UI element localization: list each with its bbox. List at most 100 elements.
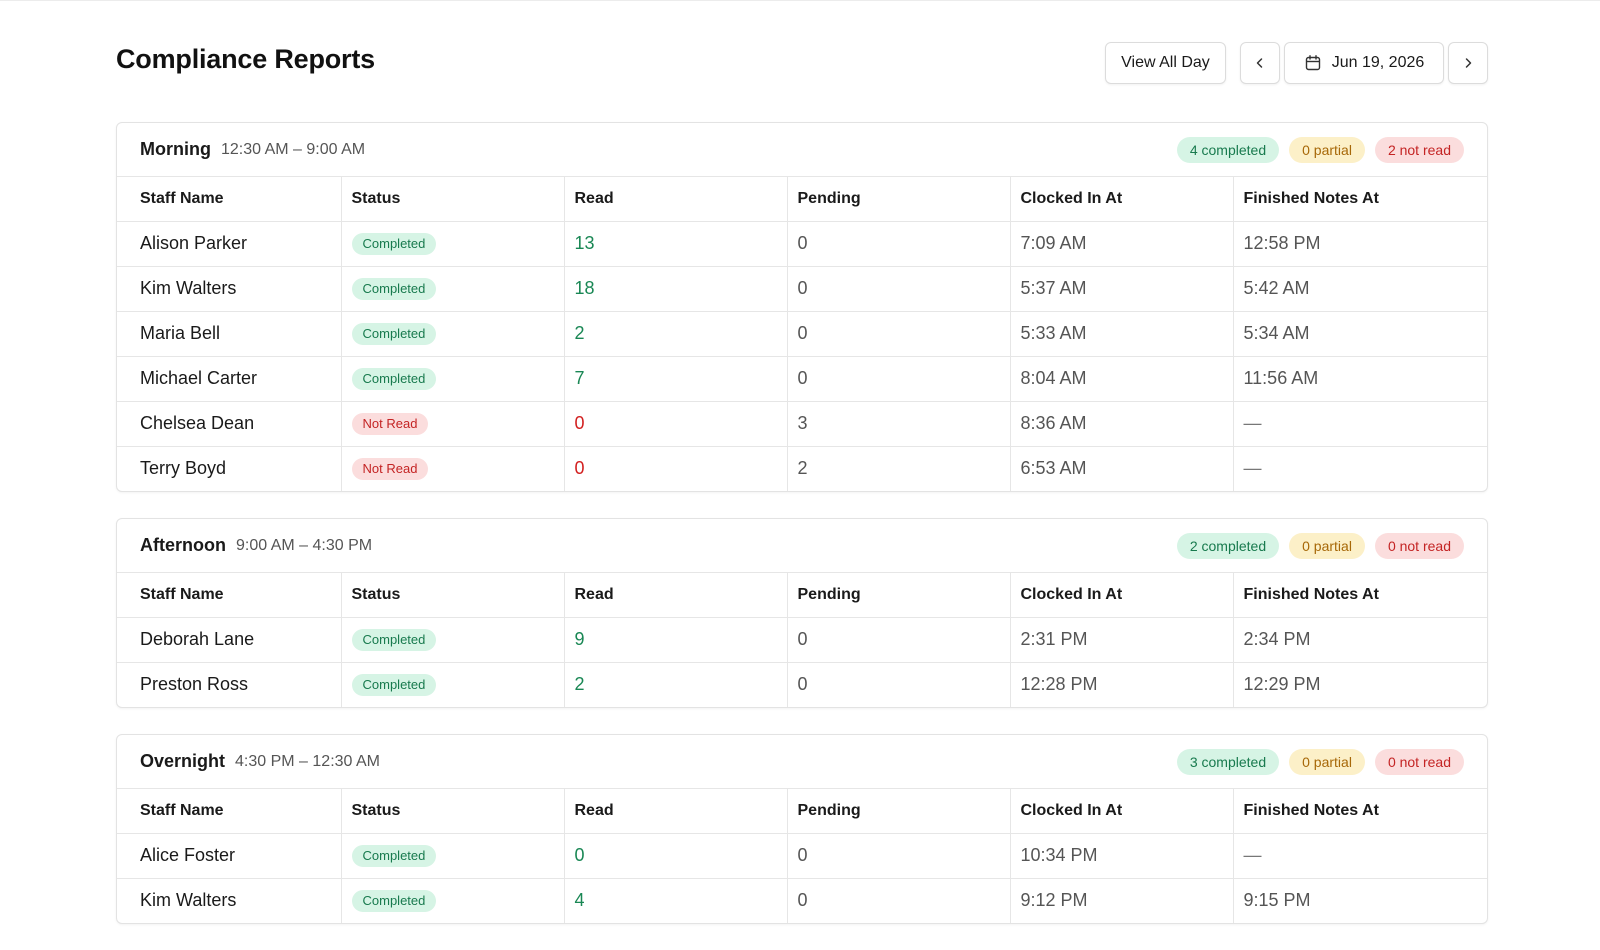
status-badge: Not Read xyxy=(351,458,429,481)
table-header-row: Staff Name Status Read Pending Clocked In At… xyxy=(117,177,1487,222)
staff-name: Kim Walters xyxy=(117,878,342,923)
date-picker-button[interactable]: Jun 19, 2026 xyxy=(1284,42,1444,84)
staff-name: Alice Foster xyxy=(117,833,342,879)
read-count: 4 xyxy=(564,878,788,923)
staff-name: Terry Boyd xyxy=(117,446,342,491)
pending-count: 0 xyxy=(787,617,1011,663)
status-cell: Completed xyxy=(341,833,565,879)
column-header: Status xyxy=(341,789,565,834)
column-header: Finished Notes At xyxy=(1233,573,1487,618)
shift-name: Afternoon xyxy=(140,535,226,555)
staff-name: Michael Carter xyxy=(117,356,342,402)
read-count: 2 xyxy=(564,311,788,357)
status-badge: Completed xyxy=(351,629,437,651)
status-cell: Completed xyxy=(341,356,565,402)
read-count: 2 xyxy=(564,662,788,707)
pending-count: 0 xyxy=(787,356,1011,402)
column-header: Read xyxy=(564,789,788,834)
shift-name: Overnight xyxy=(140,751,226,771)
finished-notes-time: 5:42 AM xyxy=(1233,266,1487,312)
status-badge: Completed xyxy=(351,674,437,697)
finished-notes-time: — xyxy=(1233,833,1487,879)
status-cell: Not Read xyxy=(341,401,565,447)
clocked-in-time: 12:28 PM xyxy=(1010,662,1234,707)
shift-time-range: 9:00 AM – 4:30 PM xyxy=(235,536,373,554)
clocked-in-time: 5:37 AM xyxy=(1010,266,1234,312)
table-row[interactable]: Preston Ross Completed 2 0 12:28 PM 12:29 PM xyxy=(117,662,1487,707)
completed-count-badge: 2 completed xyxy=(1176,533,1280,559)
completed-count-badge: 4 completed xyxy=(1176,137,1280,163)
shift-header: Morning 12:30 AM – 9:00 AM 4 completed 0 pa… xyxy=(117,123,1487,177)
staff-name: Alison Parker xyxy=(117,221,342,267)
table-row[interactable]: Terry Boyd Not Read 0 2 6:53 AM — xyxy=(117,446,1487,491)
table-row[interactable]: Alison Parker Completed 13 0 7:09 AM 12:58 PM xyxy=(117,221,1487,267)
status-cell: Completed xyxy=(341,221,565,267)
column-header: Read xyxy=(564,573,788,618)
date-controls: View All Day Jun 19, 2026 xyxy=(1105,42,1488,84)
staff-name: Chelsea Dean xyxy=(117,401,342,447)
pending-count: 0 xyxy=(787,311,1011,357)
status-cell: Not Read xyxy=(341,446,565,491)
shift-time-range: 12:30 AM – 9:00 AM xyxy=(220,140,366,158)
finished-notes-time: 12:29 PM xyxy=(1243,674,1321,695)
read-count: 13 xyxy=(564,221,788,267)
not-read-count-badge: 2 not read xyxy=(1374,137,1464,163)
view-all-day-button[interactable]: View All Day xyxy=(1105,42,1226,84)
read-count: 0 xyxy=(564,401,788,447)
table-row[interactable]: Kim Walters Completed 18 0 5:37 AM 5:42 AM xyxy=(117,266,1487,312)
table-row[interactable]: Maria Bell Completed 2 0 5:33 AM 5:34 AM xyxy=(117,311,1487,357)
finished-notes-time: 11:56 AM xyxy=(1233,356,1487,402)
table-row[interactable]: Michael Carter Completed 7 0 8:04 AM 11:56 AM xyxy=(117,356,1487,402)
clocked-in-time: 9:12 PM xyxy=(1010,878,1234,923)
finished-notes-time: — xyxy=(1233,401,1487,447)
shift-summary: 3 completed 0 partial 0 not read xyxy=(1176,749,1464,775)
pending-count: 0 xyxy=(787,662,1011,707)
pending-count: 0 xyxy=(787,833,1011,879)
status-badge: Completed xyxy=(351,845,437,867)
table-row[interactable]: Alice Foster Completed 0 0 10:34 PM — xyxy=(117,833,1487,879)
clocked-in-time: 6:53 AM xyxy=(1010,446,1234,491)
read-count: 7 xyxy=(564,356,788,402)
not-read-count-badge: 0 not read xyxy=(1374,749,1464,775)
status-badge: Completed xyxy=(351,890,437,913)
clocked-in-time: 10:34 PM xyxy=(1010,833,1234,879)
compliance-page: Compliance Reports View All Day Jun 19, xyxy=(116,0,1488,950)
staff-name: Deborah Lane xyxy=(117,617,342,663)
not-read-count-badge: 0 not read xyxy=(1374,533,1464,559)
column-header: Pending xyxy=(787,573,1011,618)
status-badge: Completed xyxy=(351,278,437,300)
column-header: Clocked In At xyxy=(1010,573,1234,618)
table-row[interactable]: Chelsea Dean Not Read 0 3 8:36 AM — xyxy=(117,401,1487,447)
table-header-row: Staff Name Status Read Pending Clocked In At… xyxy=(117,789,1487,834)
status-cell: Completed xyxy=(341,266,565,312)
table-row[interactable]: Kim Walters Completed 4 0 9:12 PM 9:15 PM xyxy=(117,878,1487,923)
column-header: Status xyxy=(341,177,565,222)
partial-count-badge: 0 partial xyxy=(1289,533,1365,559)
shift-header: Afternoon 9:00 AM – 4:30 PM 2 completed 0 p… xyxy=(117,519,1487,573)
compliance-table: Staff Name Status Read Pending Clocked In At… xyxy=(117,177,1487,491)
staff-name: Maria Bell xyxy=(117,311,342,357)
pending-count: 0 xyxy=(787,221,1011,267)
table-row[interactable]: Deborah Lane Completed 9 0 2:31 PM 2:34 PM xyxy=(117,617,1487,663)
shift-sections: Morning 12:30 AM – 9:00 AM 4 completed 0 pa… xyxy=(116,122,1488,924)
column-header: Clocked In At xyxy=(1010,789,1234,834)
shift-time-range: 4:30 PM – 12:30 AM xyxy=(235,752,380,770)
column-header: Staff Name xyxy=(117,789,342,834)
staff-name: Preston Ross xyxy=(117,662,342,707)
column-header: Staff Name xyxy=(117,177,342,222)
shift-name: Morning xyxy=(140,139,211,159)
status-badge: Completed xyxy=(351,323,437,345)
status-cell: Completed xyxy=(341,617,565,663)
date-label: Jun 19, 2026 xyxy=(1331,54,1425,71)
status-badge: Completed xyxy=(351,368,437,390)
shift-section-morning: Morning 12:30 AM – 9:00 AM 4 completed 0 pa… xyxy=(116,122,1488,492)
column-header: Clocked In At xyxy=(1010,177,1234,222)
shift-header: Overnight 4:30 PM – 12:30 AM 3 completed 0 … xyxy=(117,735,1487,789)
read-count: 0 xyxy=(564,446,788,491)
column-header: Staff Name xyxy=(117,573,342,618)
table-header-row: Staff Name Status Read Pending Clocked In At… xyxy=(117,573,1487,618)
chevron-left-icon xyxy=(1254,57,1266,69)
next-day-button[interactable] xyxy=(1448,42,1488,84)
previous-day-button[interactable] xyxy=(1240,42,1280,84)
compliance-table: Staff Name Status Read Pending Clocked In At… xyxy=(117,573,1487,707)
